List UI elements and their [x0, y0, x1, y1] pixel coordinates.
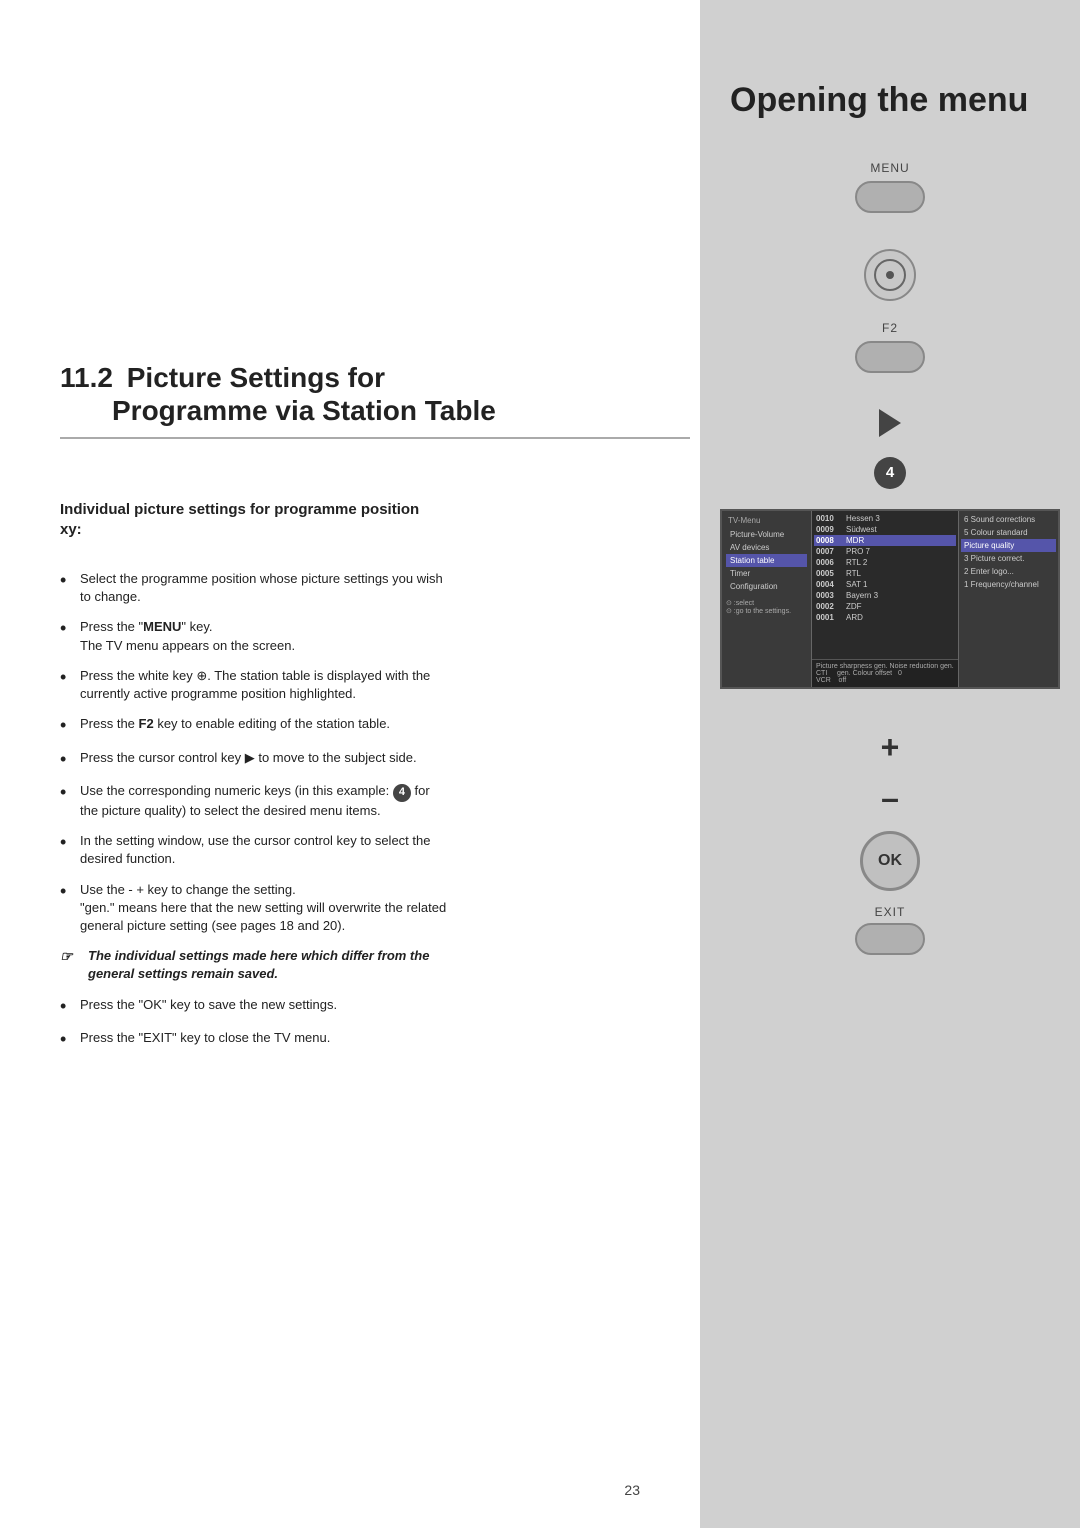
ok-button[interactable]: OK [860, 831, 920, 891]
bullet-3-text: Press the white key ⊕. The station table… [80, 667, 450, 703]
channel-row: 0001ARD [814, 612, 956, 623]
bullet-9-text: Press the "OK" key to save the new setti… [80, 996, 450, 1014]
channel-row: 0005RTL [814, 568, 956, 579]
tv-right-freq: 1 Frequency/channel [961, 578, 1056, 591]
page-number: 23 [624, 1482, 640, 1498]
section-title-line2: Programme via Station Table [60, 395, 690, 427]
bullet-7: • In the setting window, use the cursor … [60, 832, 450, 868]
tv-menu-av-devices: AV devices [726, 541, 807, 554]
joystick-dot [886, 271, 894, 279]
tv-bottom-bar: Picture sharpness gen. Noise reduction g… [812, 659, 958, 687]
menu-label: MENU [870, 161, 909, 175]
channel-row: 0010Hessen 3 [814, 513, 956, 524]
tv-menu-config: Configuration [726, 580, 807, 593]
bullet-9: • Press the "OK" key to save the new set… [60, 996, 450, 1018]
f2-button[interactable] [855, 341, 925, 373]
section-heading-area: 11.2 Picture Settings for Programme via … [60, 360, 690, 439]
f2-label: F2 [882, 321, 898, 335]
channel-row: 0009Südwest [814, 524, 956, 535]
channel-row: 0007PRO 7 [814, 546, 956, 557]
section-title-line1: 11.2 Picture Settings for [60, 360, 690, 395]
page-container: Opening the menu MENU F2 4 [0, 0, 1080, 1528]
bullet-4: • Press the F2 key to enable editing of … [60, 715, 450, 737]
play-button[interactable] [879, 409, 901, 437]
joystick-button[interactable] [864, 249, 916, 301]
tv-menu-title: TV-Menu [726, 515, 807, 526]
bullet-8-text: Use the - + key to change the setting. "… [80, 881, 450, 936]
tv-right-picture-quality: Picture quality [961, 539, 1056, 552]
bullet-4-text: Press the F2 key to enable editing of th… [80, 715, 450, 733]
exit-button[interactable] [855, 923, 925, 955]
bullet-10: • Press the "EXIT" key to close the TV m… [60, 1029, 450, 1051]
bullet-8: • Use the - + key to change the setting.… [60, 881, 450, 936]
tv-channel-list: 0010Hessen 3 0009Südwest 0008MDR 0007PRO… [812, 511, 958, 687]
number-4-badge: 4 [874, 457, 906, 489]
remote-section: MENU F2 4 [700, 161, 1080, 509]
minus-symbol[interactable]: – [881, 780, 899, 817]
bullet-2-text: Press the "MENU" key.The TV menu appears… [80, 618, 450, 654]
plus-symbol[interactable]: + [881, 729, 900, 766]
menu-button[interactable] [855, 181, 925, 213]
channel-row-highlighted: 0008MDR [814, 535, 956, 546]
bullet-5: • Press the cursor control key ▶ to move… [60, 749, 450, 771]
tv-left-menu: TV-Menu Picture-Volume AV devices Statio… [722, 511, 812, 687]
tv-goto-hint: ⊙ :go to the settings. [726, 607, 807, 615]
bullet-list: • Select the programme position whose pi… [60, 570, 450, 1063]
tv-menu-station-table: Station table [726, 554, 807, 567]
channel-row: 0006RTL 2 [814, 557, 956, 568]
channel-row: 0002ZDF [814, 601, 956, 612]
exit-section: EXIT [855, 905, 925, 955]
joystick-inner [874, 259, 906, 291]
note-icon: ☞ [60, 947, 84, 967]
bullet-1: • Select the programme position whose pi… [60, 570, 450, 606]
channel-row: 0004SAT 1 [814, 579, 956, 590]
bullet-7-text: In the setting window, use the cursor co… [80, 832, 450, 868]
bullet-6: • Use the corresponding numeric keys (in… [60, 782, 450, 820]
tv-right-sound: 6 Sound corrections [961, 513, 1056, 526]
tv-right-colour-std: 5 Colour standard [961, 526, 1056, 539]
subheading-area: Individual picture settings for programm… [60, 500, 440, 541]
opening-menu-heading: Opening the menu [730, 80, 1050, 121]
tv-select-hint: ⊙ :select [726, 599, 807, 607]
bullet-3: • Press the white key ⊕. The station tab… [60, 667, 450, 703]
bullet-6-text: Use the corresponding numeric keys (in t… [80, 782, 450, 820]
tv-right-enter-logo: 2 Enter logo... [961, 565, 1056, 578]
channel-row: 0003Bayern 3 [814, 590, 956, 601]
tv-right-picture-correct: 3 Picture correct. [961, 552, 1056, 565]
bullet-1-text: Select the programme position whose pict… [80, 570, 450, 606]
right-column: Opening the menu MENU F2 4 [700, 0, 1080, 1528]
exit-label: EXIT [875, 905, 906, 919]
bullet-10-text: Press the "EXIT" key to close the TV men… [80, 1029, 450, 1047]
subheading-text: Individual picture settings for programm… [60, 500, 440, 541]
note-item: ☞ The individual settings made here whic… [60, 947, 450, 983]
tv-right-menu: 6 Sound corrections 5 Colour standard Pi… [958, 511, 1058, 687]
bottom-remote-section: + – OK EXIT [855, 729, 925, 955]
note-text: The individual settings made here which … [88, 947, 450, 983]
tv-menu-timer: Timer [726, 567, 807, 580]
section-title-text1: Picture Settings for [127, 362, 385, 393]
tv-menu-picture-volume: Picture-Volume [726, 528, 807, 541]
bullet-5-text: Press the cursor control key ▶ to move t… [80, 749, 450, 767]
bullet-2: • Press the "MENU" key.The TV menu appea… [60, 618, 450, 654]
tv-screen: TV-Menu Picture-Volume AV devices Statio… [720, 509, 1060, 689]
